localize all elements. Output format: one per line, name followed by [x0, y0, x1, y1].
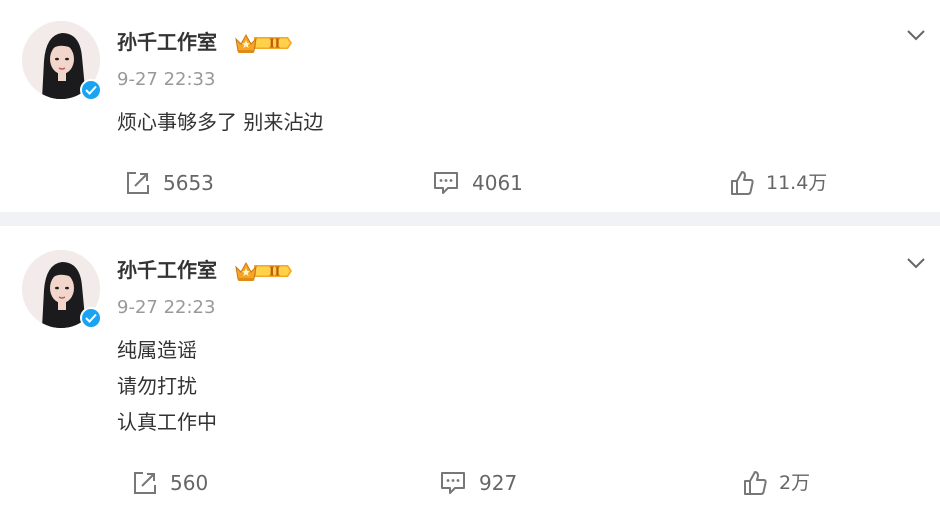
- repost-button[interactable]: 560: [132, 470, 208, 496]
- vip-crown-badge-icon[interactable]: II: [234, 259, 292, 283]
- comment-count: 927: [479, 471, 518, 495]
- weibo-post: 孙千工作室 II 9-27 22:23 纯属造谣 请勿打扰 认真工作中 560: [0, 0, 940, 511]
- post-text-line: 纯属造谣: [117, 338, 197, 362]
- chevron-down-icon[interactable]: [906, 256, 926, 270]
- thumbs-up-icon: [744, 471, 767, 495]
- post-text-line: 请勿打扰: [117, 374, 197, 398]
- comment-button[interactable]: 927: [439, 470, 517, 496]
- repost-count: 560: [170, 471, 209, 495]
- post-text: 纯属造谣 请勿打扰 认真工作中: [117, 332, 217, 440]
- comment-icon: [441, 472, 465, 494]
- post-text-line: 认真工作中: [117, 410, 217, 434]
- verified-check-icon: [80, 307, 102, 329]
- like-button[interactable]: 2万: [743, 470, 810, 496]
- like-count: 2万: [779, 472, 811, 494]
- author-name[interactable]: 孙千工作室: [117, 258, 217, 282]
- repost-icon: [134, 472, 156, 494]
- post-timestamp[interactable]: 9-27 22:23: [117, 297, 215, 319]
- svg-text:II: II: [269, 265, 281, 279]
